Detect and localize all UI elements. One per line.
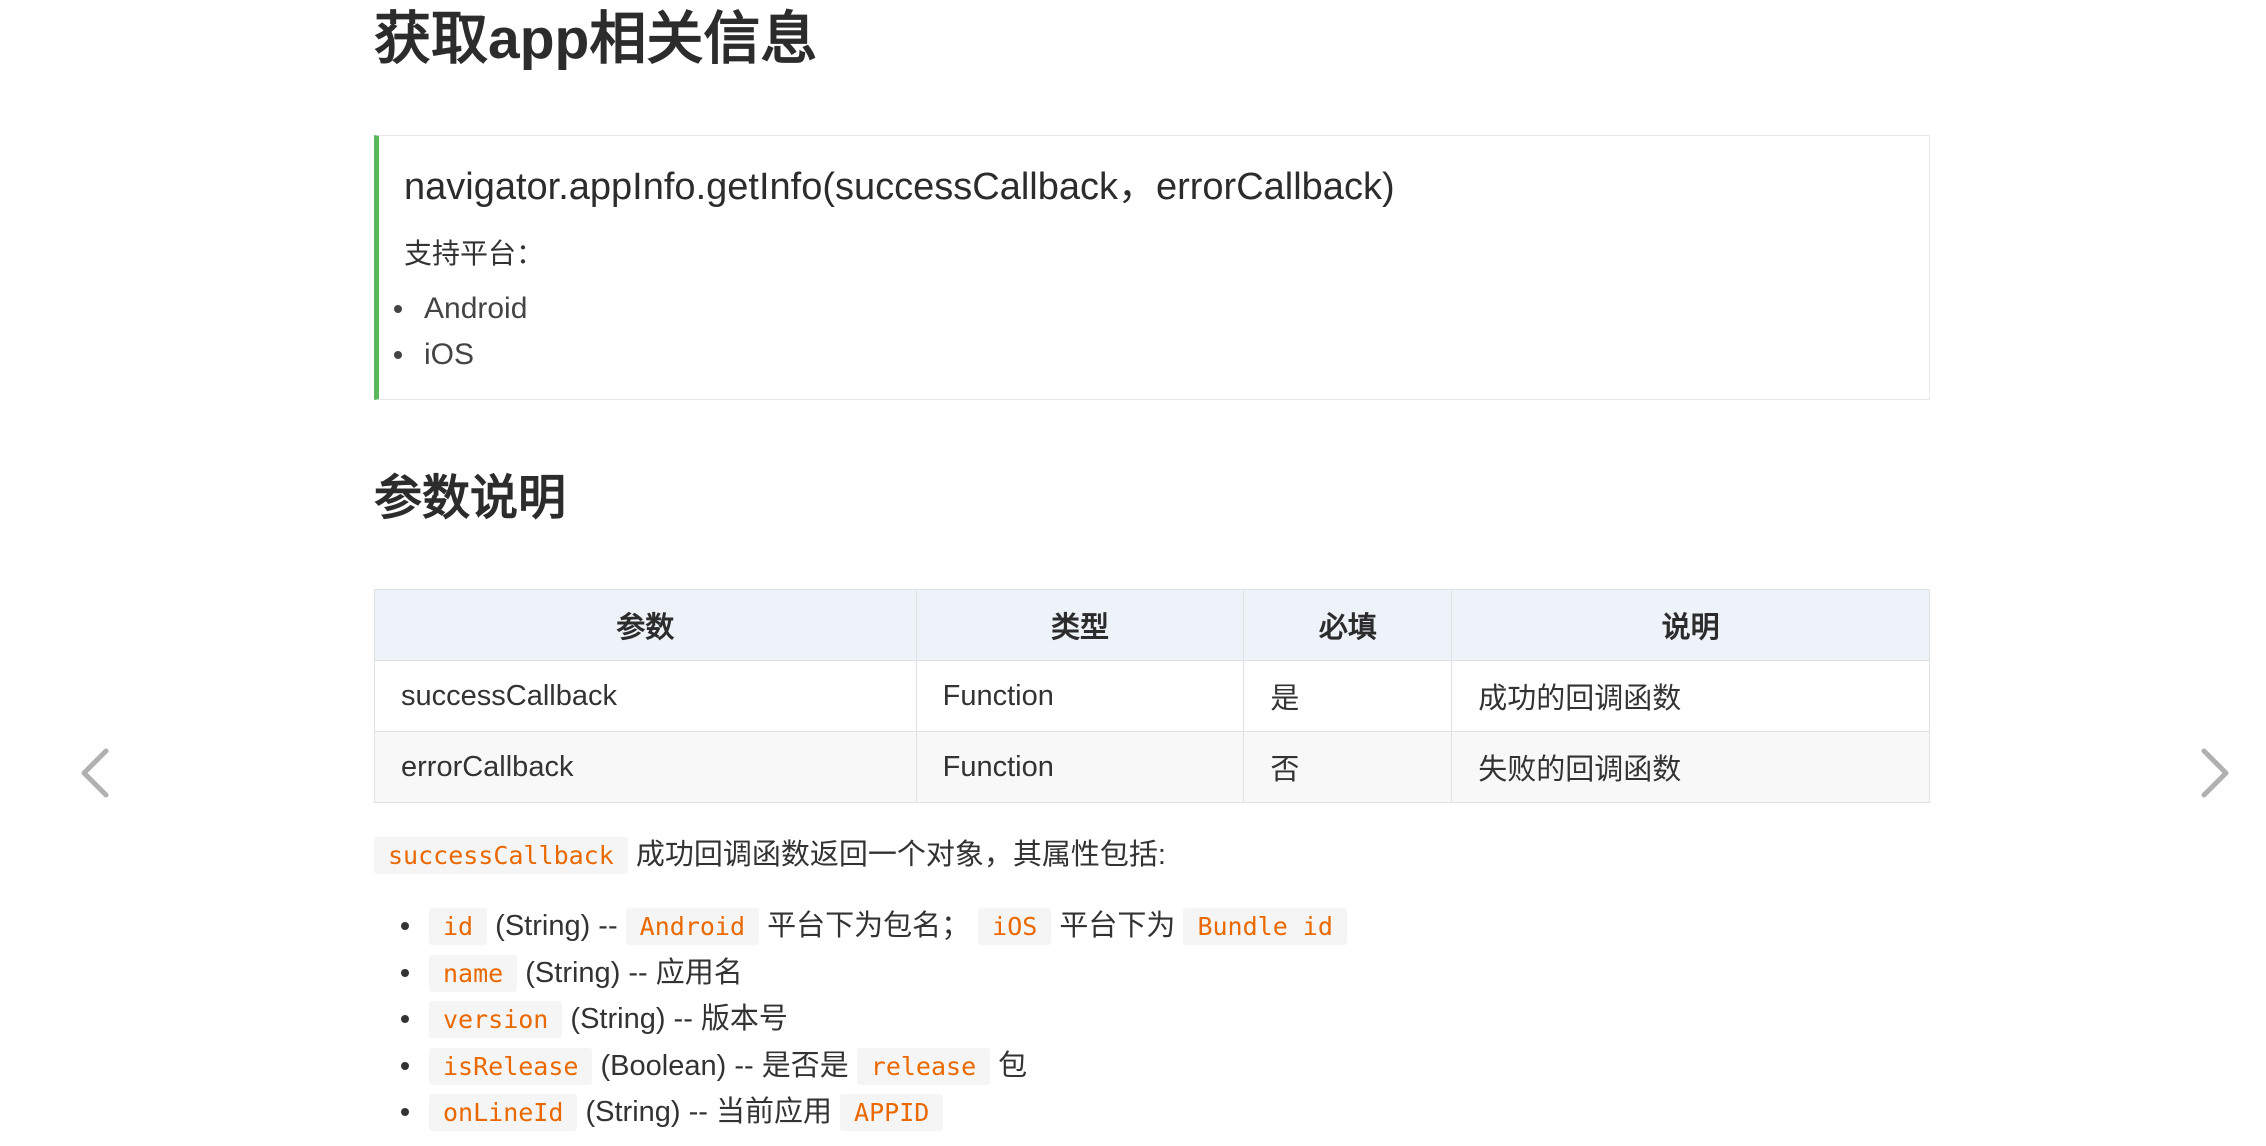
params-section-title: 参数说明 — [374, 472, 567, 525]
cell-required: 是 — [1243, 660, 1453, 732]
bullet-icon — [401, 1108, 409, 1116]
cell-param: errorCallback — [374, 731, 917, 803]
header-description: 说明 — [1451, 589, 1930, 661]
platform-name: Android — [424, 292, 528, 325]
property-name: id — [429, 908, 488, 945]
property-type: (String) -- — [487, 910, 626, 942]
bullet-icon — [401, 1015, 409, 1023]
cell-type: Function — [915, 660, 1245, 732]
cell-param: successCallback — [374, 660, 917, 732]
platform-item-android: Android — [379, 286, 527, 332]
property-type: (String) -- 当前应用 — [577, 1096, 841, 1128]
chevron-right-icon — [2201, 748, 2229, 798]
inline-code: release — [856, 1047, 991, 1085]
platform-label: 支持平台： — [404, 238, 545, 269]
platform-item-ios: iOS — [379, 332, 527, 378]
list-item: id (String) -- Android 平台下为包名； iOS 平台下为 … — [374, 903, 1347, 950]
inline-code: Bundle id — [1183, 908, 1347, 945]
property-name: name — [429, 954, 518, 992]
property-text: 包 — [990, 1049, 1028, 1082]
bullet-icon — [401, 1061, 409, 1070]
api-signature: navigator.appInfo.getInfo(successCallbac… — [404, 166, 1395, 208]
api-signature-box: navigator.appInfo.getInfo(successCallbac… — [374, 135, 1930, 400]
list-item: version (String) -- 版本号 — [374, 996, 1347, 1043]
inline-code: Android — [625, 908, 760, 945]
property-name: version — [429, 1001, 563, 1038]
chevron-left-icon — [81, 748, 109, 798]
property-list: id (String) -- Android 平台下为包名； iOS 平台下为 … — [374, 903, 1347, 1136]
cell-type: Function — [915, 731, 1245, 803]
inline-code: successCallback — [374, 837, 628, 874]
list-item: isRelease (Boolean) -- 是否是 release 包 — [374, 1043, 1347, 1090]
property-text: 平台下为 — [1051, 910, 1184, 942]
inline-code: iOS — [978, 908, 1052, 945]
bullet-icon — [401, 968, 409, 977]
prev-page-button[interactable] — [74, 745, 114, 801]
header-required: 必填 — [1243, 589, 1453, 661]
list-item: onLineId (String) -- 当前应用 APPID — [374, 1089, 1347, 1136]
table-row: errorCallback Function 否 失败的回调函数 — [374, 731, 1930, 803]
cell-description: 失败的回调函数 — [1451, 731, 1930, 803]
params-table: 参数 类型 必填 说明 successCallback Function 是 成… — [374, 589, 1930, 803]
inline-code: APPID — [840, 1094, 944, 1131]
callback-description: successCallback 成功回调函数返回一个对象，其属性包括: — [374, 834, 1166, 877]
bullet-icon — [401, 922, 409, 930]
table-header-row: 参数 类型 必填 说明 — [374, 589, 1930, 661]
cell-required: 否 — [1243, 731, 1453, 803]
description-text: 成功回调函数返回一个对象，其属性包括: — [627, 839, 1166, 871]
property-text: 平台下为包名； — [759, 910, 979, 942]
table-row: successCallback Function 是 成功的回调函数 — [374, 660, 1930, 732]
platform-name: iOS — [424, 338, 475, 371]
property-name: isRelease — [429, 1047, 593, 1085]
cell-description: 成功的回调函数 — [1451, 660, 1930, 732]
page-title: 获取app相关信息 — [374, 7, 818, 71]
property-type: (String) -- 应用名 — [517, 956, 743, 989]
property-name: onLineId — [429, 1094, 578, 1131]
header-type: 类型 — [915, 589, 1245, 661]
property-type: (Boolean) -- 是否是 — [592, 1049, 857, 1082]
list-item: name (String) -- 应用名 — [374, 950, 1347, 997]
next-page-button[interactable] — [2196, 745, 2236, 801]
bullet-icon — [394, 351, 402, 359]
bullet-icon — [394, 305, 402, 313]
property-type: (String) -- 版本号 — [562, 1003, 788, 1035]
platform-list: Android iOS — [379, 286, 527, 378]
header-param: 参数 — [374, 589, 917, 661]
